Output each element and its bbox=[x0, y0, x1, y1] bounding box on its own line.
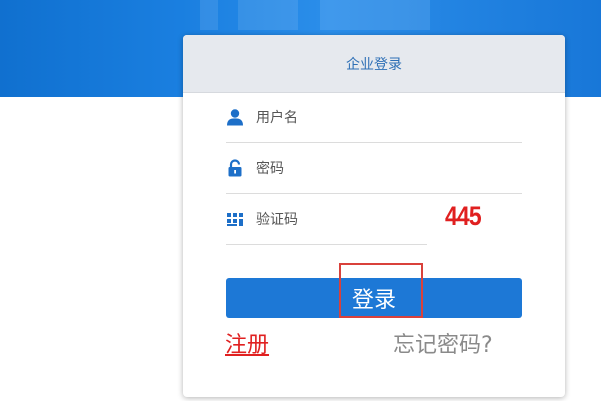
password-field[interactable]: 密码 bbox=[226, 143, 522, 194]
forgot-password-link[interactable]: 忘记密码? bbox=[393, 327, 493, 359]
login-button-label: 登录 bbox=[351, 288, 396, 313]
captcha-field[interactable]: 验证码 bbox=[226, 194, 427, 245]
login-card-title: 企业登录 bbox=[346, 56, 402, 73]
register-link[interactable]: 注册 bbox=[225, 327, 269, 359]
captcha-input[interactable]: 验证码 bbox=[256, 209, 298, 229]
user-icon bbox=[226, 108, 244, 126]
login-card: 企业登录 用户名 密码 验证码 445 登录 注册 忘记密码? bbox=[183, 35, 565, 397]
login-button[interactable]: 登录 bbox=[226, 278, 522, 318]
banner-decoration bbox=[238, 0, 298, 30]
username-input[interactable]: 用户名 bbox=[256, 107, 298, 127]
password-input[interactable]: 密码 bbox=[256, 158, 284, 178]
banner-decoration bbox=[320, 0, 430, 30]
captcha-image[interactable]: 445 bbox=[445, 201, 482, 232]
username-field[interactable]: 用户名 bbox=[226, 92, 522, 143]
banner-decoration bbox=[200, 0, 218, 30]
login-card-header: 企业登录 bbox=[183, 35, 565, 93]
lock-icon bbox=[226, 159, 244, 177]
captcha-grid-icon bbox=[226, 210, 244, 228]
